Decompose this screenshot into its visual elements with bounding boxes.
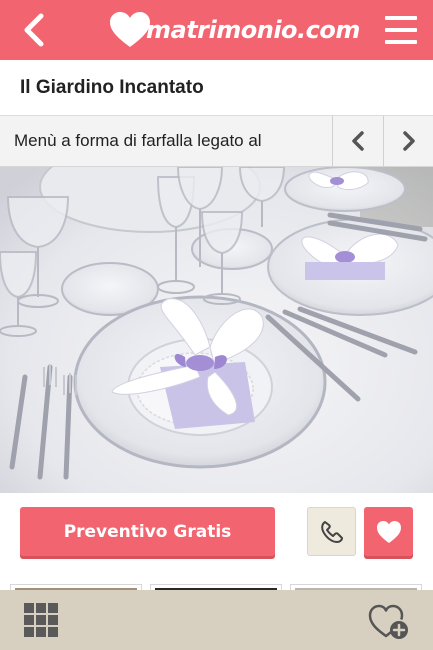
next-photo-button[interactable] bbox=[383, 116, 433, 166]
app-screen: matrimonio.com Il Giardino Incantato Men… bbox=[0, 0, 433, 650]
venue-title: Il Giardino Incantato bbox=[20, 76, 204, 98]
grid-icon bbox=[24, 603, 34, 613]
grid-icon bbox=[24, 615, 34, 625]
chevron-right-icon bbox=[402, 131, 415, 151]
action-row: Preventivo Gratis bbox=[0, 493, 433, 585]
call-button[interactable] bbox=[307, 507, 356, 556]
grid-icon bbox=[24, 627, 34, 637]
grid-icon bbox=[48, 627, 58, 637]
free-quote-button[interactable]: Preventivo Gratis bbox=[20, 507, 275, 556]
chevron-left-icon bbox=[24, 13, 44, 47]
heart-plus-icon bbox=[368, 604, 408, 639]
chevron-left-icon bbox=[351, 131, 364, 151]
menu-button[interactable] bbox=[383, 13, 419, 47]
menu-line bbox=[385, 40, 417, 44]
back-button[interactable] bbox=[14, 10, 54, 50]
heart-icon bbox=[376, 520, 401, 543]
grid-icon bbox=[48, 615, 58, 625]
top-bar: matrimonio.com bbox=[0, 0, 433, 60]
photo-caption: Menù a forma di farfalla legato al bbox=[14, 131, 262, 150]
previous-photo-button[interactable] bbox=[332, 116, 382, 166]
venue-header: Il Giardino Incantato bbox=[0, 60, 433, 116]
grid-icon bbox=[36, 615, 46, 625]
photo-caption-bar: Menù a forma di farfalla legato al bbox=[0, 116, 433, 167]
venue-photo[interactable] bbox=[0, 167, 433, 493]
phone-icon bbox=[320, 520, 343, 543]
bottom-bar bbox=[0, 590, 433, 650]
grid-icon bbox=[36, 627, 46, 637]
add-to-favorites-button[interactable] bbox=[366, 602, 412, 642]
brand-logo: matrimonio.com bbox=[108, 8, 360, 52]
logo-text: matrimonio.com bbox=[146, 16, 360, 44]
grid-view-button[interactable] bbox=[24, 603, 62, 641]
menu-line bbox=[385, 28, 417, 32]
grid-icon bbox=[36, 603, 46, 613]
menu-line bbox=[385, 16, 417, 20]
favorite-button[interactable] bbox=[364, 507, 413, 556]
grid-icon bbox=[48, 603, 58, 613]
table-setting-photo bbox=[0, 167, 433, 493]
